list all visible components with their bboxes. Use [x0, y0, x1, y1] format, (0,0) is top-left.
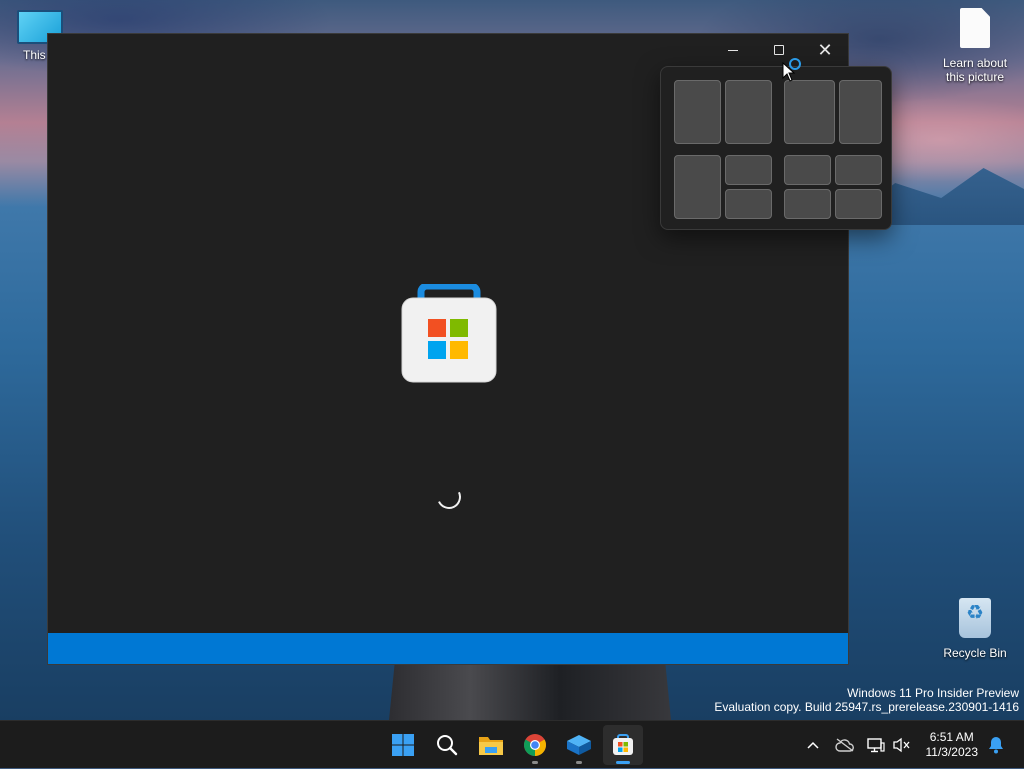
snap-zone[interactable] [725, 80, 772, 144]
volume-button[interactable] [891, 721, 913, 769]
document-icon [960, 8, 990, 48]
desktop-icon-recycle-bin[interactable]: Recycle Bin [935, 598, 1015, 660]
windows-watermark: Windows 11 Pro Insider Preview Evaluatio… [714, 686, 1019, 714]
snap-zone[interactable] [725, 155, 772, 185]
recycle-bin-icon [959, 598, 991, 638]
clock-date: 11/3/2023 [925, 745, 979, 759]
snap-zone[interactable] [835, 189, 882, 219]
maximize-icon [774, 45, 784, 55]
snap-zone[interactable] [725, 189, 772, 219]
chrome-icon [524, 734, 546, 756]
snap-layout-two-columns-wide-left[interactable] [784, 80, 882, 144]
store-logo-icon [401, 284, 497, 383]
blue-box-icon [567, 735, 591, 755]
snap-layout-four-quadrants[interactable] [784, 155, 882, 219]
snap-zone[interactable] [784, 80, 835, 144]
taskbar-chrome[interactable] [515, 725, 555, 765]
chevron-up-icon [807, 741, 819, 749]
loading-spinner [433, 481, 465, 513]
desktop-icon-label: Recycle Bin [943, 646, 1007, 660]
taskbar-microsoft-store[interactable] [603, 725, 643, 765]
bell-icon [989, 737, 1003, 754]
notifications-button[interactable] [985, 721, 1007, 769]
search-icon [437, 735, 458, 756]
taskbar-file-explorer[interactable] [471, 725, 511, 765]
onedrive-button[interactable] [833, 721, 857, 769]
snap-layout-two-columns-equal[interactable] [674, 80, 772, 144]
close-button[interactable]: ✕ [802, 34, 848, 66]
snap-zone[interactable] [839, 80, 882, 144]
running-indicator [576, 761, 582, 764]
wallpaper-rocks [389, 660, 671, 720]
running-indicator [532, 761, 538, 764]
desktop-icon-label: Learn about this picture [942, 56, 1008, 84]
snap-zone[interactable] [674, 80, 721, 144]
snap-zone[interactable] [784, 155, 831, 185]
network-icon [867, 738, 885, 753]
windows-logo-icon [392, 734, 414, 756]
watermark-line-2: Evaluation copy. Build 25947.rs_prerelea… [714, 700, 1019, 714]
network-button[interactable] [865, 721, 887, 769]
show-hidden-icons-button[interactable] [802, 721, 824, 769]
busy-cursor-icon [789, 58, 801, 70]
store-icon [613, 734, 633, 755]
clock-time: 6:51 AM [929, 730, 974, 744]
snap-zone[interactable] [674, 155, 721, 219]
desktop-icon-learn-about-this-picture[interactable]: Learn about this picture [935, 8, 1015, 84]
taskbar-clock[interactable]: 6:51 AM 11/3/2023 [926, 730, 979, 760]
taskbar-app[interactable] [559, 725, 599, 765]
active-indicator [616, 761, 630, 764]
snap-layout-left-and-right-stack[interactable] [674, 155, 772, 219]
snap-layouts-flyout [660, 66, 892, 230]
taskbar-search-button[interactable] [427, 725, 467, 765]
minimize-button[interactable] [710, 34, 756, 66]
minimize-icon [728, 49, 738, 51]
taskbar-start-button[interactable] [383, 725, 423, 765]
snap-zone[interactable] [835, 155, 882, 185]
folder-icon [479, 737, 503, 755]
volume-muted-icon [893, 737, 910, 753]
watermark-line-1: Windows 11 Pro Insider Preview [847, 686, 1019, 700]
close-icon: ✕ [817, 40, 833, 60]
snap-zone[interactable] [784, 189, 831, 219]
taskbar: 6:51 AM 11/3/2023 [0, 720, 1024, 768]
window-accent-bar [48, 633, 848, 664]
onedrive-cloud-icon [835, 738, 854, 752]
